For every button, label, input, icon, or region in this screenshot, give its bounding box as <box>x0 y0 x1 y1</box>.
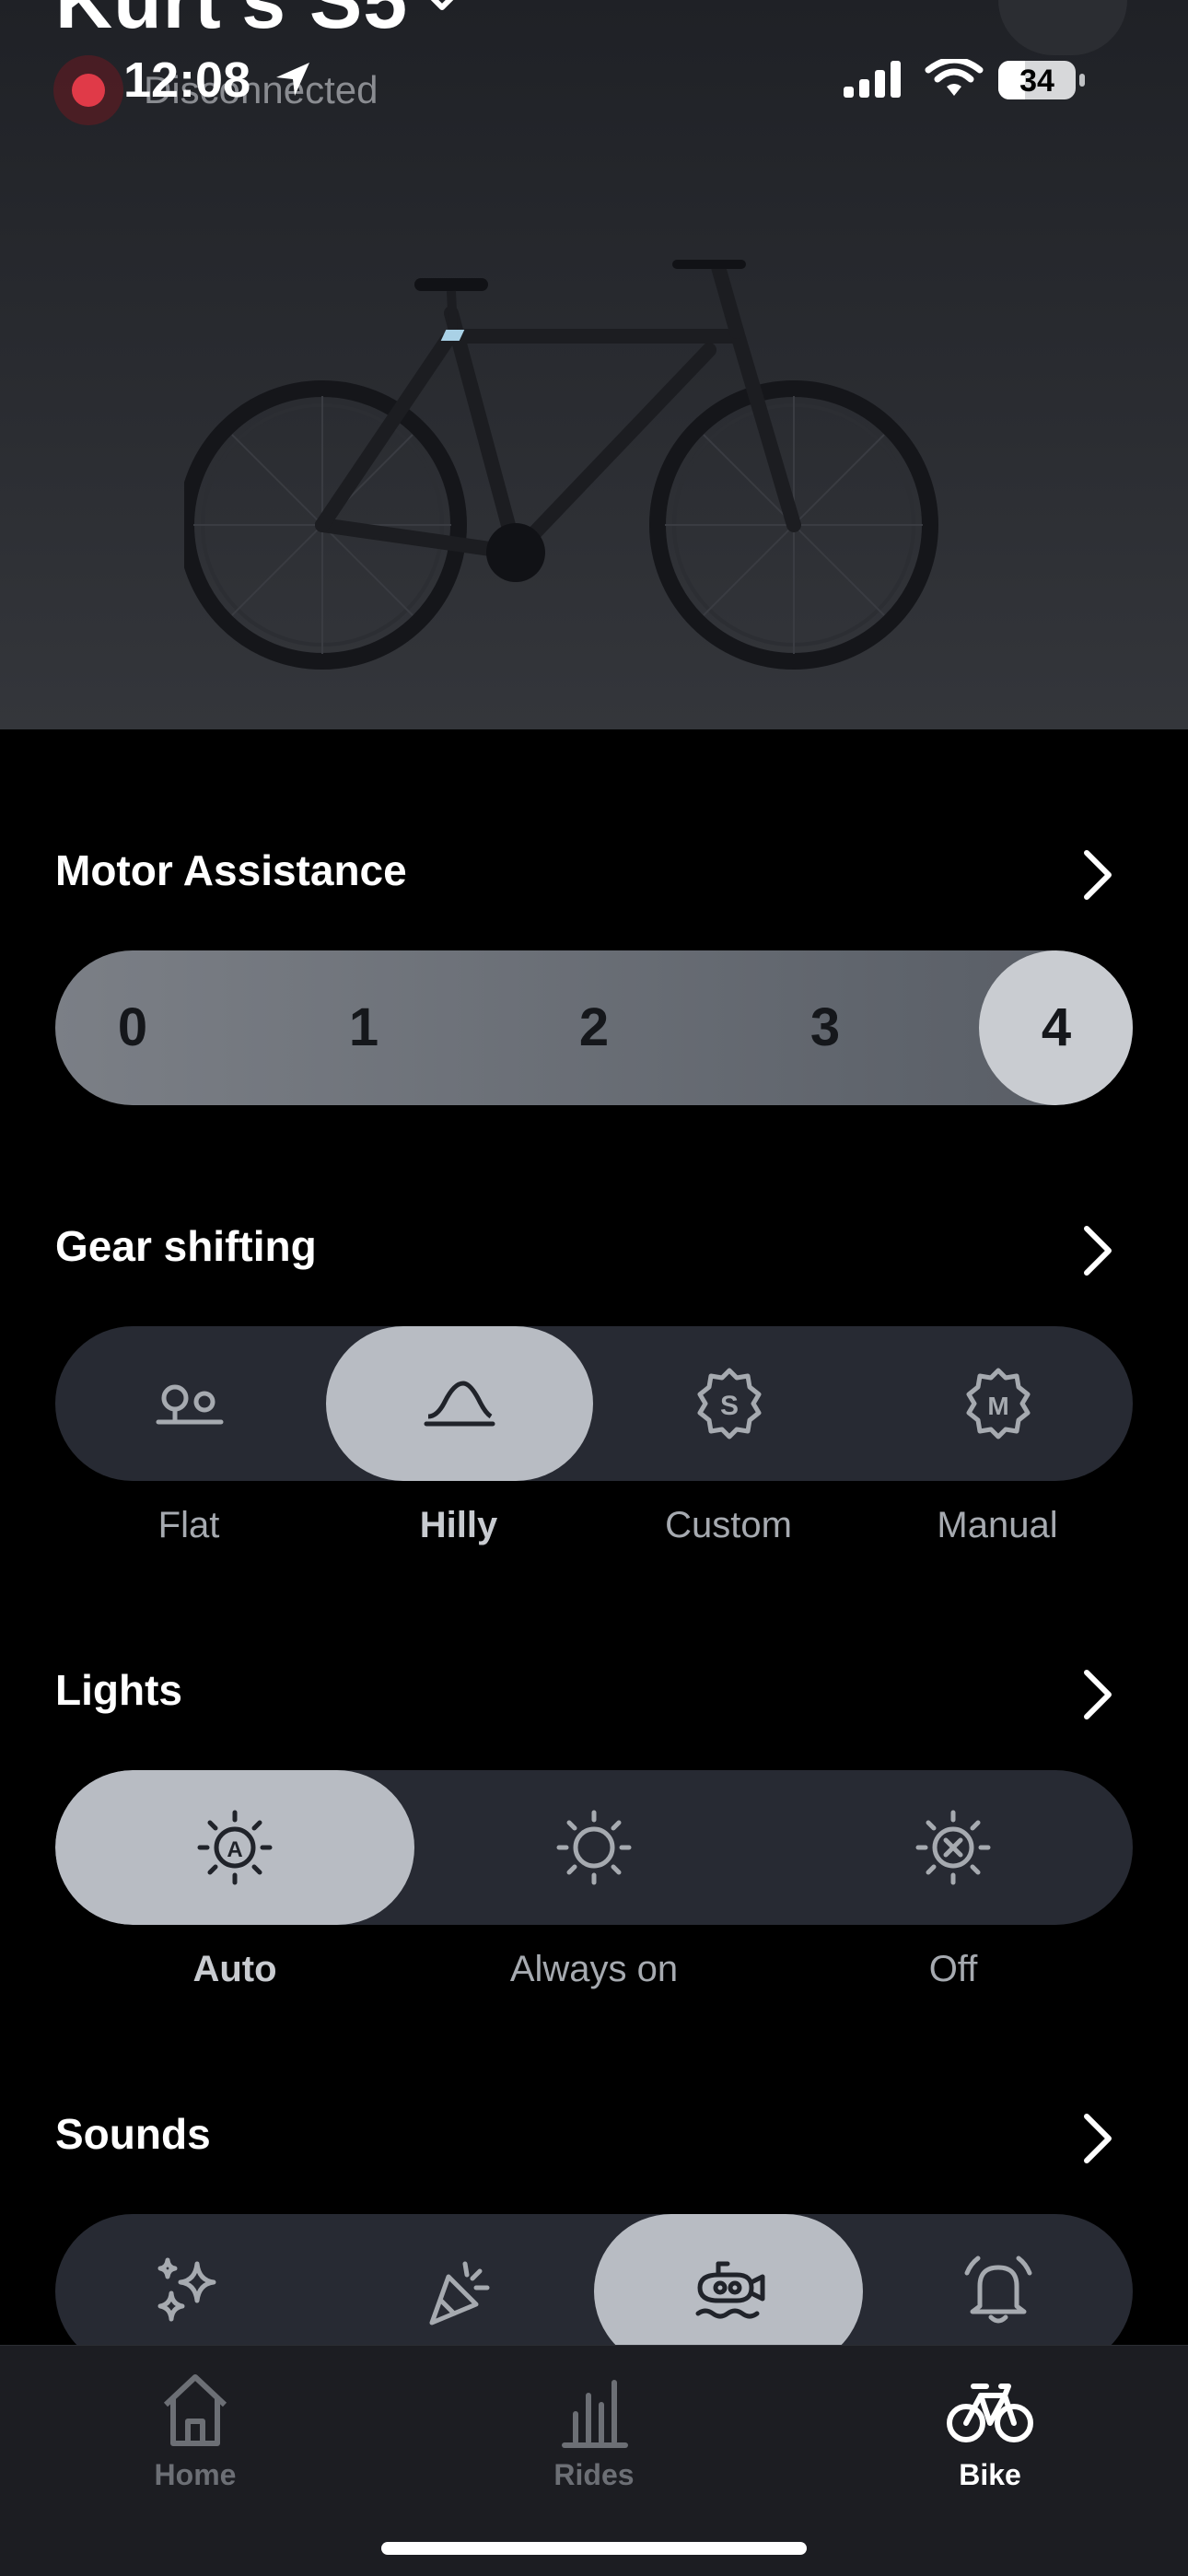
gear-option-flat-label[interactable]: Flat <box>51 1505 327 1546</box>
custom-gear-icon[interactable]: S <box>683 1358 775 1450</box>
home-icon <box>163 2374 227 2446</box>
bar-chart-icon <box>562 2380 628 2448</box>
bike-name-title[interactable]: Kurt's S5 <box>55 0 408 47</box>
gear-shifting-title: Gear shifting <box>55 1222 317 1270</box>
assist-level-1[interactable]: 1 <box>309 950 419 1105</box>
home-indicator[interactable] <box>381 2542 807 2555</box>
motor-assistance-chevron-right-icon[interactable] <box>1077 847 1118 903</box>
svg-text:S: S <box>720 1391 739 1421</box>
battery-cap <box>1079 74 1085 87</box>
tab-bike[interactable]: Bike <box>852 2346 1128 2530</box>
wifi-icon <box>925 59 984 96</box>
sun-off-icon[interactable] <box>907 1801 999 1894</box>
status-time: 12:08 <box>123 52 251 108</box>
bike-image <box>184 260 938 670</box>
gear-shifting-selector[interactable]: S M <box>55 1326 1133 1481</box>
connection-indicator <box>53 55 123 125</box>
sun-icon[interactable] <box>548 1801 640 1894</box>
manual-gear-icon[interactable]: M <box>952 1358 1044 1450</box>
tab-rides-label: Rides <box>553 2458 635 2491</box>
assist-level-4[interactable]: 4 <box>1001 950 1112 1105</box>
gear-option-hilly-label[interactable]: Hilly <box>320 1505 597 1546</box>
cellular-signal-icon <box>844 61 901 98</box>
sun-auto-icon[interactable]: A <box>189 1801 281 1894</box>
lights-title: Lights <box>55 1666 182 1714</box>
sounds-title: Sounds <box>55 2110 211 2158</box>
gear-option-custom-label[interactable]: Custom <box>590 1505 867 1546</box>
connection-dot <box>72 74 105 107</box>
gear-shifting-chevron-right-icon[interactable] <box>1077 1223 1118 1278</box>
motor-assistance-title: Motor Assistance <box>55 846 407 894</box>
lights-selector[interactable]: A <box>55 1770 1133 1925</box>
tab-home[interactable]: Home <box>57 2346 333 2530</box>
gear-option-manual-label[interactable]: Manual <box>859 1505 1136 1546</box>
flat-icon[interactable] <box>144 1358 236 1450</box>
bike-hero: Kurt's S5 Disconnected 12:08 34 <box>0 0 1188 729</box>
battery-indicator: 34 <box>998 61 1076 99</box>
motor-assistance-selector[interactable]: 0 1 2 3 4 <box>55 950 1133 1105</box>
assist-level-2[interactable]: 2 <box>539 950 649 1105</box>
bell-icon[interactable] <box>952 2245 1044 2337</box>
sounds-chevron-right-icon[interactable] <box>1077 2111 1118 2166</box>
battery-percent: 34 <box>1019 64 1054 99</box>
svg-text:M: M <box>987 1392 1008 1420</box>
bell-icon <box>998 0 1127 55</box>
lights-option-off-label[interactable]: Off <box>815 1949 1091 1990</box>
tab-bike-label: Bike <box>959 2458 1021 2491</box>
location-arrow-icon <box>276 63 309 96</box>
svg-text:A: A <box>227 1837 242 1862</box>
submarine-icon[interactable] <box>683 2245 775 2337</box>
hill-icon[interactable] <box>413 1358 506 1450</box>
lights-option-always-on-label[interactable]: Always on <box>456 1949 732 1990</box>
assist-level-0[interactable]: 0 <box>77 950 188 1105</box>
notifications-button[interactable] <box>998 0 1127 55</box>
sparkles-icon[interactable] <box>144 2245 236 2337</box>
tab-home-label: Home <box>154 2458 237 2491</box>
lights-option-auto-label[interactable]: Auto <box>97 1949 373 1990</box>
party-popper-icon[interactable] <box>413 2245 506 2337</box>
tab-rides[interactable]: Rides <box>456 2346 732 2530</box>
lights-chevron-right-icon[interactable] <box>1077 1667 1118 1722</box>
bike-icon <box>947 2384 1033 2442</box>
chevron-down-icon[interactable] <box>424 0 460 18</box>
assist-level-3[interactable]: 3 <box>770 950 880 1105</box>
